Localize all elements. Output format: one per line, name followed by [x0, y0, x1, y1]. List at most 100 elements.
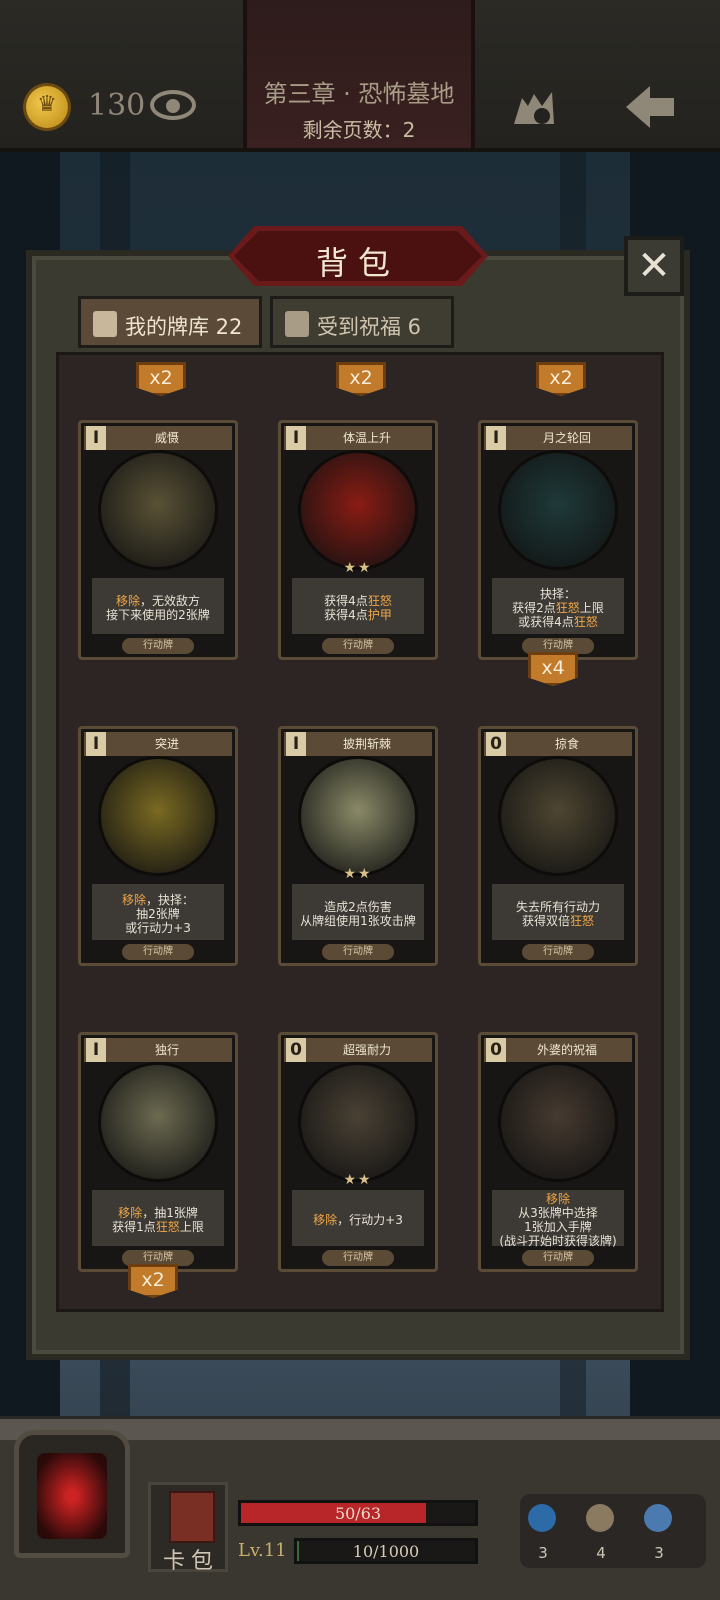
card-type: 行动牌: [322, 944, 394, 960]
card-cost: I: [86, 1038, 106, 1062]
card-art: [298, 756, 418, 876]
card-art: [498, 450, 618, 570]
cards-icon: [93, 311, 117, 337]
card-cost: 0: [486, 732, 506, 756]
gift-icon: [285, 311, 309, 337]
tab-blessings-label: 受到祝福 6: [317, 315, 422, 339]
character-portrait[interactable]: [14, 1430, 130, 1558]
panel-title-plaque: 背包: [228, 226, 488, 286]
card-stars: ★★: [343, 560, 373, 576]
hourglass-count: 4: [596, 1544, 606, 1562]
experience-bar: 10/1000: [294, 1538, 478, 1564]
card-cost: 0: [286, 1038, 306, 1062]
card-cost: I: [86, 732, 106, 756]
health-bar: 50/63: [238, 1500, 478, 1526]
card-type: 行动牌: [522, 944, 594, 960]
deck-card[interactable]: I 独行移除，抽1张牌 获得1点狂怒上限行动牌: [78, 1032, 238, 1272]
card-stars: ★★: [343, 866, 373, 882]
close-icon: ✕: [637, 243, 671, 289]
card-description-line: 或获得4点狂怒: [518, 615, 598, 629]
card-description: 获得4点狂怒 获得4点护甲: [292, 578, 424, 634]
hourglass-icon: [586, 1504, 614, 1532]
card-cost: I: [286, 426, 306, 450]
card-pack-label: 卡包: [162, 1549, 219, 1574]
back-arrow-icon[interactable]: [624, 84, 676, 130]
crown-coin-icon: ♛: [26, 86, 68, 128]
card-pack-button[interactable]: 卡包: [148, 1482, 228, 1574]
deck-card[interactable]: I 威慑 移除，无效敌方 接下来使用的2张牌 行动牌: [78, 420, 238, 660]
tab-my-deck-label: 我的牌库 22: [125, 315, 243, 339]
card-art: [498, 756, 618, 876]
deck-card[interactable]: I 体温上升 ★★ 获得4点狂怒 获得4点护甲行动牌: [278, 420, 438, 660]
chapter-banner: 第三章 · 恐怖墓地 剩余页数：2: [243, 0, 475, 148]
card-cost: 0: [486, 1038, 506, 1062]
card-stack-icon: [644, 1504, 672, 1532]
card-art: [298, 450, 418, 570]
cat-cauldron-icon[interactable]: [512, 86, 556, 126]
card-type: 行动牌: [522, 1250, 594, 1266]
tab-my-deck[interactable]: 我的牌库 22: [78, 296, 262, 348]
card-cost: I: [86, 426, 106, 450]
hourglass-slot[interactable]: 4: [576, 1500, 626, 1570]
deck-card[interactable]: I 披荆斩棘 ★★ 造成2点伤害 从牌组使用1张攻击牌 行动牌: [278, 726, 438, 966]
card-description-line: (战斗开始时获得该牌): [499, 1234, 617, 1248]
health-text: 50/63: [334, 1504, 382, 1523]
deck-card[interactable]: I 月之轮回抉择： 获得2点狂怒上限 或获得4点狂怒行动牌: [478, 420, 638, 660]
panel-title: 背包: [315, 244, 400, 282]
card-name: 突进: [154, 737, 179, 751]
card-art: [98, 1062, 218, 1182]
card-description-line: 获得双倍狂怒: [521, 914, 595, 928]
card-description-line: 获得1点狂怒上限: [112, 1220, 204, 1234]
pages-left: 剩余页数：2: [302, 118, 416, 142]
gold-count: 130: [88, 88, 146, 123]
card-type: 行动牌: [122, 1250, 194, 1266]
level-label: Lv.11: [238, 1540, 287, 1561]
card-stars: ★★: [343, 1172, 373, 1188]
card-description: 移除，无效敌方 接下来使用的2张牌: [92, 578, 224, 634]
card-description-line: 获得4点护甲: [324, 608, 392, 622]
card-description: 移除，行动力+3: [292, 1190, 424, 1246]
chapter-title: 第三章 · 恐怖墓地: [263, 80, 455, 108]
card-art: [298, 1062, 418, 1182]
card-name: 外婆的祝福: [536, 1043, 597, 1057]
card-cost: I: [286, 732, 306, 756]
card-description: 移除，抽1张牌 获得1点狂怒上限: [92, 1190, 224, 1246]
card-type: 行动牌: [322, 1250, 394, 1266]
deck-card[interactable]: 0 外婆的祝福 移除 从3张牌中选择 1张加入手牌 (战斗开始时获得该牌) 行动牌: [478, 1032, 638, 1272]
card-description-line: 接下来使用的2张牌: [106, 608, 210, 622]
top-bar: ♛ 130 第三章 · 恐怖墓地 剩余页数：2: [0, 0, 720, 152]
card-art: [98, 450, 218, 570]
deck-card[interactable]: 0 超强耐力 ★★ 移除，行动力+3 行动牌: [278, 1032, 438, 1272]
card-name: 掠食: [554, 737, 579, 751]
card-name: 超强耐力: [342, 1043, 391, 1057]
experience-text: 10/1000: [352, 1542, 420, 1561]
card-name: 体温上升: [342, 431, 391, 445]
potion-icon: [528, 1504, 556, 1532]
tab-blessings[interactable]: 受到祝福 6: [270, 296, 454, 348]
card-name: 披荆斩棘: [342, 737, 391, 751]
card-type: 行动牌: [122, 944, 194, 960]
card-stack-slot[interactable]: 3: [634, 1500, 684, 1570]
werewolf-avatar: [37, 1453, 107, 1539]
card-description-line: 或行动力+3: [125, 921, 191, 935]
card-name: 独行: [154, 1043, 179, 1057]
card-type: 行动牌: [322, 638, 394, 654]
card-type: 行动牌: [522, 638, 594, 654]
potion-slot[interactable]: 3: [518, 1500, 568, 1570]
card-description: 失去所有行动力 获得双倍狂怒: [492, 884, 624, 940]
card-description: 移除，抉择： 抽2张牌 或行动力+3: [92, 884, 224, 940]
book-icon: [169, 1491, 215, 1543]
eye-icon[interactable]: [150, 90, 196, 120]
card-cost: I: [486, 426, 506, 450]
card-description-line: 移除，行动力+3: [313, 1213, 403, 1227]
card-stack-count: 3: [654, 1544, 664, 1562]
potion-count: 3: [538, 1544, 548, 1562]
card-name: 月之轮回: [542, 431, 591, 445]
card-description-line: 从牌组使用1张攻击牌: [300, 914, 416, 928]
close-button[interactable]: ✕: [624, 236, 684, 296]
card-art: [98, 756, 218, 876]
deck-card[interactable]: 0 掠食失去所有行动力 获得双倍狂怒行动牌: [478, 726, 638, 966]
card-art: [498, 1062, 618, 1182]
card-description: 抉择： 获得2点狂怒上限 或获得4点狂怒: [492, 578, 624, 634]
deck-card[interactable]: I 突进移除，抉择： 抽2张牌 或行动力+3 行动牌: [78, 726, 238, 966]
